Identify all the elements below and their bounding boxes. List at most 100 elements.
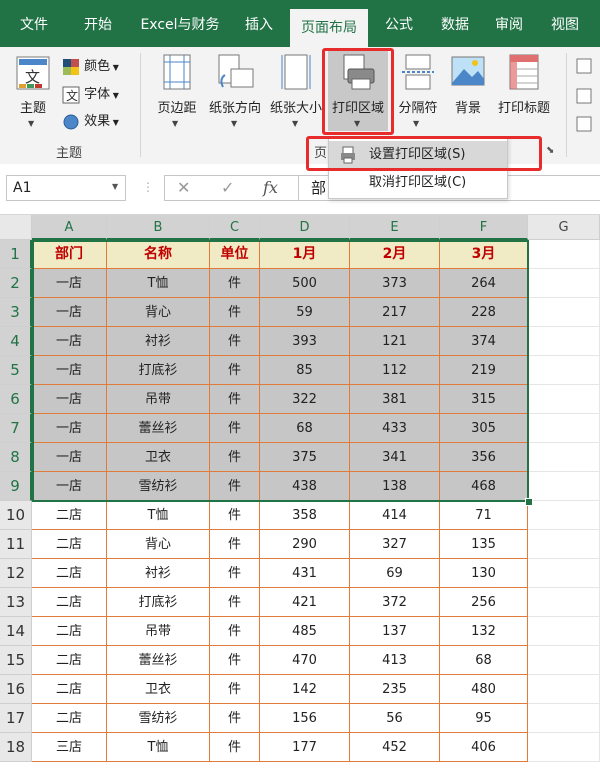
table-cell[interactable]: 358 — [260, 501, 350, 530]
tab-data[interactable]: 数据 — [430, 0, 480, 47]
tab-review[interactable]: 审阅 — [484, 0, 534, 47]
table-cell[interactable]: 蕾丝衫 — [107, 646, 210, 675]
tab-view[interactable]: 视图 — [540, 0, 590, 47]
row-header[interactable]: 2 — [0, 269, 32, 298]
row-header[interactable]: 3 — [0, 298, 32, 327]
table-cell[interactable]: 413 — [350, 646, 440, 675]
table-cell[interactable] — [528, 269, 600, 298]
table-cell[interactable]: 打底衫 — [107, 356, 210, 385]
table-cell[interactable]: T恤 — [107, 733, 210, 762]
table-cell[interactable]: 130 — [440, 559, 528, 588]
table-cell[interactable]: 件 — [210, 675, 260, 704]
table-cell[interactable] — [528, 356, 600, 385]
table-cell[interactable]: 138 — [350, 472, 440, 501]
arrange-tools[interactable] — [574, 55, 596, 145]
table-cell[interactable] — [528, 559, 600, 588]
table-cell[interactable]: 356 — [440, 443, 528, 472]
menu-item-clear-print-area[interactable]: 取消打印区域(C) — [329, 169, 507, 197]
print-titles-button[interactable]: 打印标题 — [492, 53, 556, 133]
table-cell[interactable]: 背心 — [107, 530, 210, 559]
table-cell[interactable]: 322 — [260, 385, 350, 414]
table-cell[interactable]: 件 — [210, 588, 260, 617]
table-cell[interactable]: 431 — [260, 559, 350, 588]
table-cell[interactable]: 374 — [440, 327, 528, 356]
orientation-button[interactable]: 纸张方向 ▼ — [206, 53, 264, 133]
themes-button[interactable]: 文 主题 ▼ — [8, 53, 58, 133]
table-cell[interactable] — [528, 414, 600, 443]
table-cell[interactable]: 85 — [260, 356, 350, 385]
table-cell[interactable] — [528, 675, 600, 704]
table-cell[interactable]: 393 — [260, 327, 350, 356]
table-cell[interactable] — [528, 443, 600, 472]
background-button[interactable]: 背景 — [446, 53, 490, 133]
table-cell[interactable]: 480 — [440, 675, 528, 704]
row-header[interactable]: 10 — [0, 501, 32, 530]
table-cell[interactable]: 433 — [350, 414, 440, 443]
table-cell[interactable] — [528, 530, 600, 559]
row-header[interactable]: 14 — [0, 617, 32, 646]
table-cell[interactable]: 375 — [260, 443, 350, 472]
table-cell[interactable]: 137 — [350, 617, 440, 646]
table-cell[interactable]: 件 — [210, 414, 260, 443]
table-cell[interactable]: 305 — [440, 414, 528, 443]
row-header[interactable]: 16 — [0, 675, 32, 704]
table-cell[interactable]: 件 — [210, 559, 260, 588]
table-cell[interactable]: 件 — [210, 530, 260, 559]
table-cell[interactable]: 二店 — [32, 559, 107, 588]
table-cell[interactable]: 256 — [440, 588, 528, 617]
table-cell[interactable]: 59 — [260, 298, 350, 327]
table-cell[interactable]: 341 — [350, 443, 440, 472]
insert-function-icon[interactable]: fx — [263, 178, 278, 197]
chevron-down-icon[interactable]: ▼ — [112, 182, 118, 191]
theme-colors-button[interactable]: 颜色 ▼ — [62, 55, 119, 76]
table-cell[interactable]: 406 — [440, 733, 528, 762]
table-cell[interactable] — [528, 472, 600, 501]
table-cell[interactable]: 219 — [440, 356, 528, 385]
table-cell[interactable]: 414 — [350, 501, 440, 530]
row-header[interactable]: 12 — [0, 559, 32, 588]
table-cell[interactable] — [528, 298, 600, 327]
table-cell[interactable]: 421 — [260, 588, 350, 617]
table-cell[interactable]: T恤 — [107, 501, 210, 530]
table-cell[interactable] — [528, 385, 600, 414]
table-header-cell[interactable]: 名称 — [107, 240, 210, 269]
table-cell[interactable]: 卫衣 — [107, 675, 210, 704]
table-cell[interactable]: 雪纺衫 — [107, 704, 210, 733]
row-header[interactable]: 15 — [0, 646, 32, 675]
table-cell[interactable]: 112 — [350, 356, 440, 385]
column-header[interactable]: C — [210, 215, 260, 240]
row-header[interactable]: 17 — [0, 704, 32, 733]
table-cell[interactable]: 438 — [260, 472, 350, 501]
table-cell[interactable] — [528, 327, 600, 356]
table-cell[interactable]: 件 — [210, 704, 260, 733]
table-header-cell[interactable]: 部门 — [32, 240, 107, 269]
table-cell[interactable]: 121 — [350, 327, 440, 356]
table-cell[interactable]: 69 — [350, 559, 440, 588]
column-header[interactable]: E — [350, 215, 440, 240]
table-cell[interactable]: 235 — [350, 675, 440, 704]
table-header-cell[interactable] — [528, 240, 600, 269]
theme-effects-button[interactable]: 效果 ▼ — [62, 110, 119, 131]
table-cell[interactable]: 500 — [260, 269, 350, 298]
table-cell[interactable] — [528, 646, 600, 675]
table-cell[interactable]: 衬衫 — [107, 327, 210, 356]
table-cell[interactable]: 件 — [210, 298, 260, 327]
table-cell[interactable]: 卫衣 — [107, 443, 210, 472]
tab-insert[interactable]: 插入 — [234, 0, 284, 47]
tab-page-layout[interactable]: 页面布局 — [290, 9, 368, 47]
table-cell[interactable]: 142 — [260, 675, 350, 704]
row-header[interactable]: 8 — [0, 443, 32, 472]
table-cell[interactable] — [528, 501, 600, 530]
table-cell[interactable]: 雪纺衫 — [107, 472, 210, 501]
table-cell[interactable] — [528, 617, 600, 646]
tab-file[interactable]: 文件 — [8, 0, 60, 47]
table-cell[interactable]: 二店 — [32, 675, 107, 704]
table-cell[interactable]: 一店 — [32, 269, 107, 298]
select-all-corner[interactable] — [0, 215, 32, 240]
paper-size-button[interactable]: 纸张大小 ▼ — [268, 53, 324, 133]
column-header[interactable]: G — [528, 215, 600, 240]
table-cell[interactable]: 蕾丝衫 — [107, 414, 210, 443]
row-header[interactable]: 7 — [0, 414, 32, 443]
table-cell[interactable]: 打底衫 — [107, 588, 210, 617]
theme-fonts-button[interactable]: 文 字体 ▼ — [62, 83, 119, 104]
